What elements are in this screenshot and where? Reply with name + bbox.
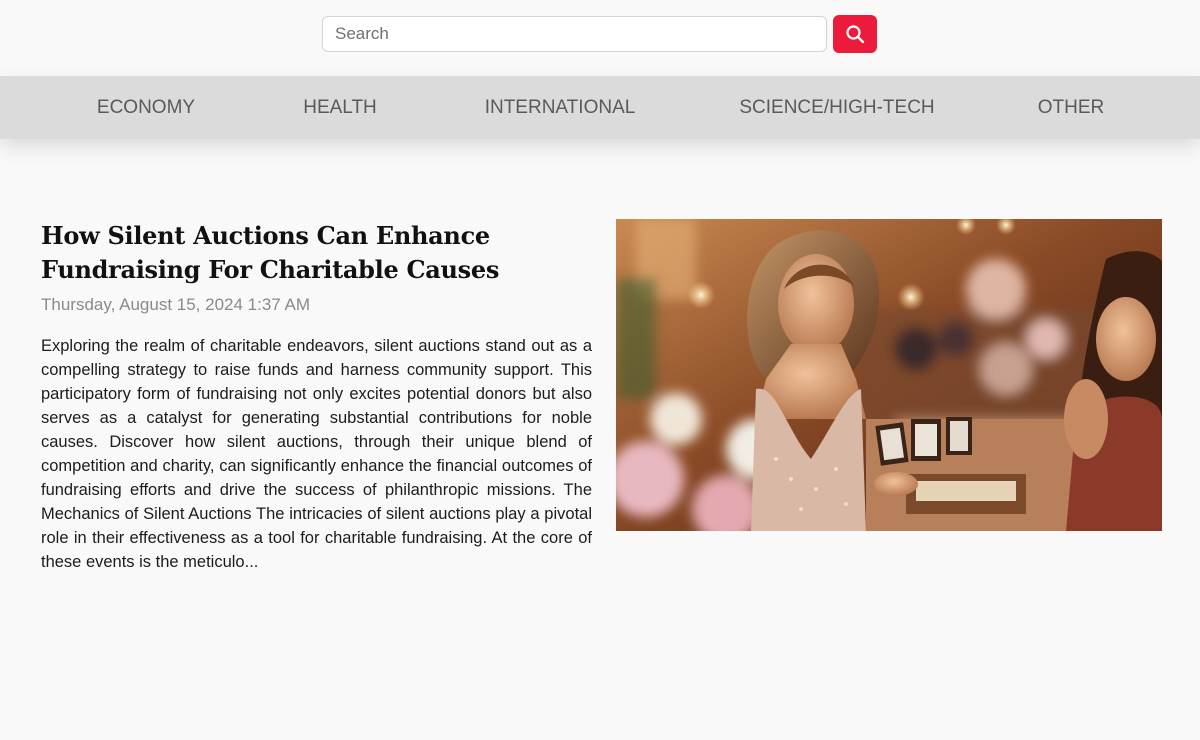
category-navbar: ECONOMY HEALTH INTERNATIONAL SCIENCE/HIG… [0, 76, 1200, 139]
search-icon [846, 25, 865, 44]
nav-item-international[interactable]: INTERNATIONAL [485, 76, 636, 139]
article-excerpt: Exploring the realm of charitable endeav… [41, 337, 592, 571]
search-button[interactable] [833, 15, 877, 53]
search-bar [322, 15, 877, 53]
article-card: How Silent Auctions Can Enhance Fundrais… [41, 219, 592, 591]
nav-item-other[interactable]: OTHER [1038, 76, 1105, 139]
nav-item-health[interactable]: HEALTH [303, 76, 377, 139]
article-image[interactable] [616, 219, 1162, 531]
nav-item-science-high-tech[interactable]: SCIENCE/HIGH-TECH [739, 76, 934, 139]
search-input[interactable] [322, 16, 827, 52]
article-date: Thursday, August 15, 2024 1:37 AM [41, 295, 311, 314]
nav-item-economy[interactable]: ECONOMY [97, 76, 195, 139]
article-title[interactable]: How Silent Auctions Can Enhance Fundrais… [41, 219, 592, 287]
